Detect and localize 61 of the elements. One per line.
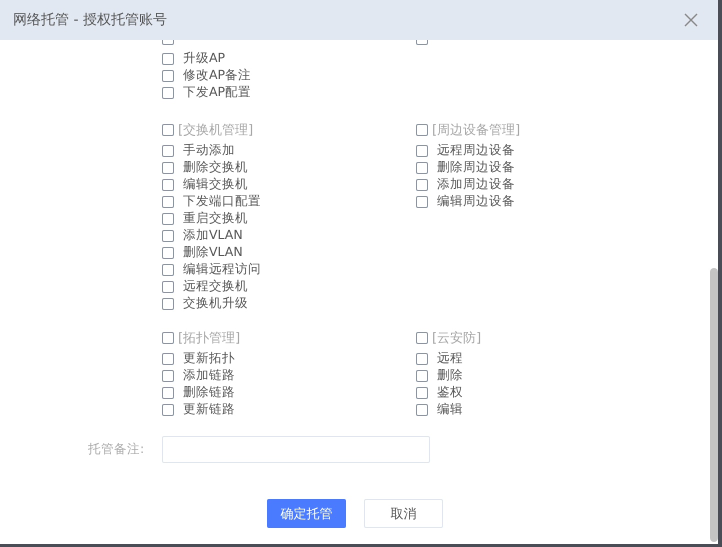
permission-option[interactable]: 添加链路: [162, 367, 416, 384]
checkbox[interactable]: [416, 178, 428, 190]
permission-option[interactable]: 删除: [416, 367, 670, 384]
permission-option[interactable]: 删除链路: [162, 384, 416, 401]
checkbox[interactable]: [416, 196, 428, 208]
permission-option[interactable]: 添加周边设备: [416, 176, 670, 193]
permission-option[interactable]: 添加VLAN: [162, 227, 416, 244]
permission-option[interactable]: 远程周边设备: [416, 142, 670, 159]
permission-option[interactable]: 远程交换机: [162, 278, 416, 295]
checkbox[interactable]: [162, 212, 174, 224]
checkbox[interactable]: [416, 162, 428, 174]
checkbox[interactable]: [162, 124, 174, 136]
permission-option[interactable]: 编辑: [416, 401, 670, 418]
checkbox[interactable]: [162, 246, 174, 258]
permission-option[interactable]: 编辑周边设备: [416, 193, 670, 210]
checkbox[interactable]: [416, 144, 428, 156]
permission-option[interactable]: 修改AP备注: [162, 67, 718, 84]
checkbox[interactable]: [416, 386, 428, 398]
permission-option[interactable]: 删除交换机: [162, 159, 416, 176]
checkbox[interactable]: [162, 178, 174, 190]
checkbox[interactable]: [162, 162, 174, 174]
permission-option[interactable]: 下发AP配置: [162, 84, 718, 101]
checkbox[interactable]: [162, 332, 174, 344]
checkbox[interactable]: [416, 332, 428, 344]
checkbox[interactable]: [162, 404, 174, 416]
permission-option[interactable]: 手动添加: [162, 142, 416, 159]
permission-option[interactable]: 远程: [416, 350, 670, 367]
checkbox[interactable]: [162, 144, 174, 156]
permission-option[interactable]: 下发端口配置: [162, 193, 416, 210]
remark-label: 托管备注:: [88, 441, 144, 458]
checkbox[interactable]: [162, 370, 174, 382]
permission-option[interactable]: 升级AP: [162, 50, 718, 67]
checkbox[interactable]: [162, 280, 174, 292]
checkbox[interactable]: [416, 404, 428, 416]
cancel-button[interactable]: 取消: [364, 499, 443, 528]
checkbox[interactable]: [162, 352, 174, 364]
checkbox[interactable]: [162, 264, 174, 276]
permission-option[interactable]: 删除VLAN: [162, 244, 416, 261]
checkbox[interactable]: [416, 370, 428, 382]
permission-option[interactable]: 更新链路: [162, 401, 416, 418]
window-title: 网络托管 - 授权托管账号: [13, 11, 167, 29]
checkbox[interactable]: [416, 124, 428, 136]
permission-option[interactable]: 编辑远程访问: [162, 261, 416, 278]
scrollbar-thumb[interactable]: [710, 268, 718, 542]
confirm-button[interactable]: 确定托管: [267, 499, 346, 528]
checkbox[interactable]: [162, 86, 174, 98]
close-icon[interactable]: [684, 13, 698, 27]
permission-option[interactable]: 更新拓扑: [162, 350, 416, 367]
checkbox[interactable]: [162, 196, 174, 208]
permission-option[interactable]: 交换机升级: [162, 295, 416, 312]
permission-option[interactable]: 编辑交换机: [162, 176, 416, 193]
permission-option[interactable]: 重启交换机: [162, 210, 416, 227]
checkbox[interactable]: [162, 52, 174, 64]
checkbox[interactable]: [162, 298, 174, 310]
checkbox[interactable]: [416, 352, 428, 364]
remark-field[interactable]: [162, 436, 430, 463]
permission-option[interactable]: 删除周边设备: [416, 159, 670, 176]
permission-option[interactable]: 鉴权: [416, 384, 670, 401]
checkbox[interactable]: [162, 70, 174, 82]
checkbox[interactable]: [162, 386, 174, 398]
checkbox[interactable]: [162, 230, 174, 242]
